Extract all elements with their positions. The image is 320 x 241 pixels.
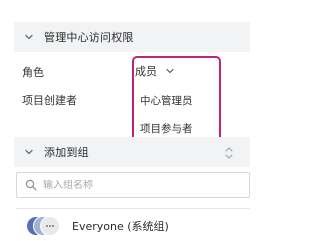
permissions-panel: 管理中心访问权限 角色 成员 项目创建者 中心管理员 项目参与者 添加到组 输入… (0, 0, 267, 241)
group-search-field[interactable] (16, 172, 250, 198)
divider (16, 208, 250, 209)
dropdown-option-hub-admin[interactable]: 中心管理员 (140, 93, 193, 108)
group-name: Everyone (系统组) (72, 219, 169, 233)
scroll-arrows-icon[interactable] (223, 145, 235, 161)
group-list-item[interactable]: Everyone (系统组) (16, 210, 250, 241)
role-label: 角色 (22, 66, 44, 79)
group-section-title: 添加到组 (44, 146, 89, 159)
dropdown-option-project-participant[interactable]: 项目参与者 (140, 121, 193, 136)
group-search-input[interactable] (43, 179, 233, 191)
ellipsis-icon (40, 215, 60, 236)
access-section-header[interactable]: 管理中心访问权限 (14, 22, 250, 52)
access-section-title: 管理中心访问权限 (44, 31, 134, 44)
search-icon (25, 176, 37, 195)
chevron-down-icon[interactable] (22, 30, 36, 44)
project-creator-label: 项目创建者 (22, 94, 77, 107)
group-avatars (26, 215, 68, 236)
chevron-down-icon[interactable] (22, 145, 36, 159)
group-section-header[interactable]: 添加到组 (14, 137, 250, 167)
